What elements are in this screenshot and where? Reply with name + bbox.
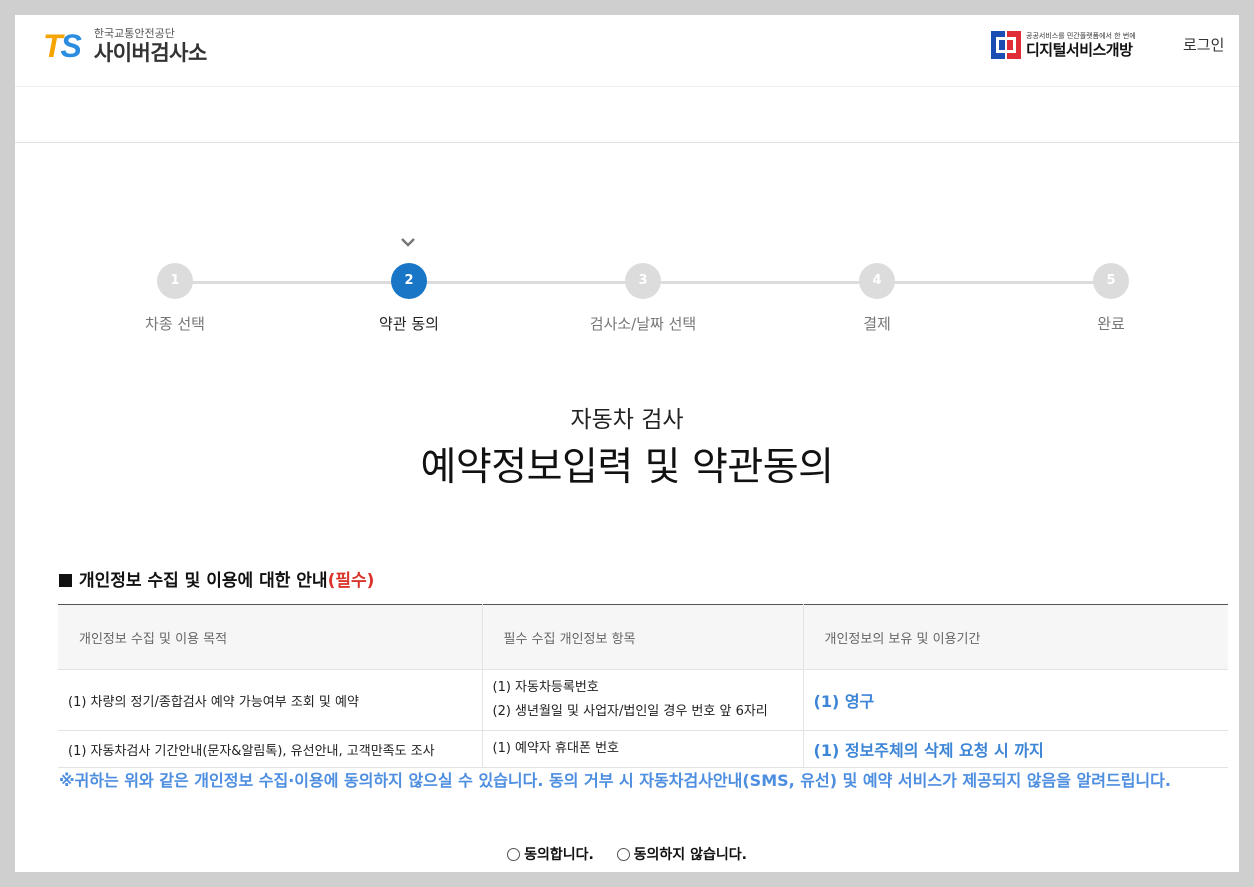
consent-options: 동의합니다. 동의하지 않습니다. [15, 844, 1239, 865]
login-link[interactable]: 로그인 [1183, 34, 1224, 55]
table-row: (1) 자동차검사 기간안내(문자&알림톡), 유선안내, 고객만족도 조사 (… [58, 730, 1228, 768]
column-header-items: 필수 수집 개인정보 항목 [482, 604, 804, 670]
step-label: 약관 동의 [379, 315, 439, 333]
agree-label: 동의합니다. [524, 847, 594, 863]
refusal-notice: ※귀하는 위와 같은 개인정보 수집·이용에 동의하지 않으실 수 있습니다. … [59, 771, 1171, 790]
ts-logo[interactable]: TS 한국교통안전공단 사이버검사소 [43, 27, 207, 66]
digital-service-title: 디지털서비스개방 [1026, 40, 1133, 59]
step-label: 검사소/날짜 선택 [589, 315, 697, 333]
privacy-section-title: 개인정보 수집 및 이용에 대한 안내(필수) [59, 566, 374, 591]
step-number: 2 [391, 263, 427, 299]
digital-service-icon [991, 31, 1021, 59]
item-line: (2) 생년월일 및 사업자/법인일 경우 번호 앞 6자리 [492, 704, 768, 719]
ts-logo-mark: TS [43, 28, 82, 64]
step-1: 1 차종 선택 [100, 263, 250, 334]
digital-service-logo[interactable]: 공공서비스를 민간플랫폼에서 한 번에 디지털서비스개방 [991, 31, 1136, 59]
step-4: 4 결제 [802, 263, 952, 334]
item-line: (1) 자동차등록번호 [492, 680, 599, 695]
step-2: 2 약관 동의 [334, 263, 484, 334]
items-cell: (1) 자동차등록번호 (2) 생년월일 및 사업자/법인일 경우 번호 앞 6… [482, 669, 804, 731]
step-number: 5 [1093, 263, 1129, 299]
nav-bar [15, 87, 1239, 143]
disagree-label: 동의하지 않습니다. [633, 847, 747, 863]
step-number: 1 [157, 263, 193, 299]
disagree-radio[interactable]: 동의하지 않습니다. [616, 844, 747, 864]
items-cell: (1) 예약자 휴대폰 번호 [482, 730, 804, 768]
table-header-row: 개인정보 수집 및 이용 목적 필수 수집 개인정보 항목 개인정보의 보유 및… [58, 604, 1228, 670]
step-label: 차종 선택 [145, 315, 205, 333]
radio-circle-icon[interactable] [616, 847, 630, 861]
purpose-cell: (1) 자동차검사 기간안내(문자&알림톡), 유선안내, 고객만족도 조사 [58, 730, 483, 768]
period-cell: (1) 정보주체의 삭제 요청 시 까지 [803, 730, 1228, 768]
required-mark: (필수) [327, 571, 375, 591]
square-bullet-icon [59, 574, 72, 587]
progress-steps: 1 차종 선택 2 약관 동의 3 검사소/날짜 선택 4 결제 5 완료 [15, 235, 1239, 345]
logo-text: 한국교통안전공단 사이버검사소 [94, 27, 207, 66]
step-number: 3 [625, 263, 661, 299]
step-3: 3 검사소/날짜 선택 [568, 263, 718, 334]
privacy-heading: 개인정보 수집 및 이용에 대한 안내 [79, 571, 328, 591]
digital-service-subtitle: 공공서비스를 민간플랫폼에서 한 번에 [1026, 31, 1136, 40]
logo-title: 사이버검사소 [93, 41, 207, 65]
step-5: 5 완료 [1036, 263, 1186, 334]
step-number: 4 [859, 263, 895, 299]
current-step-check-icon [401, 238, 415, 247]
table-row: (1) 차량의 정기/종합검사 예약 가능여부 조회 및 예약 (1) 자동차등… [58, 669, 1228, 731]
agree-radio[interactable]: 동의합니다. [507, 844, 594, 864]
period-cell: (1) 영구 [803, 669, 1228, 731]
page-subtitle: 자동차 검사 [570, 407, 684, 433]
page-frame: TS 한국교통안전공단 사이버검사소 공공서비스를 민간플랫폼에서 한 번에 디… [15, 15, 1239, 872]
digital-service-text: 공공서비스를 민간플랫폼에서 한 번에 디지털서비스개방 [1026, 32, 1136, 59]
step-label: 완료 [1097, 315, 1125, 333]
column-header-purpose: 개인정보 수집 및 이용 목적 [58, 604, 483, 670]
page-title: 예약정보입력 및 약관동의 [420, 445, 834, 490]
purpose-cell: (1) 차량의 정기/종합검사 예약 가능여부 조회 및 예약 [58, 669, 483, 731]
column-header-period: 개인정보의 보유 및 이용기간 [803, 604, 1228, 670]
step-label: 결제 [863, 315, 891, 333]
radio-circle-icon[interactable] [507, 847, 521, 861]
site-header: TS 한국교통안전공단 사이버검사소 공공서비스를 민간플랫폼에서 한 번에 디… [15, 15, 1239, 87]
privacy-table: 개인정보 수집 및 이용 목적 필수 수집 개인정보 항목 개인정보의 보유 및… [58, 604, 1228, 768]
item-line: (1) 예약자 휴대폰 번호 [492, 741, 620, 756]
logo-subtitle: 한국교통안전공단 [93, 27, 175, 40]
